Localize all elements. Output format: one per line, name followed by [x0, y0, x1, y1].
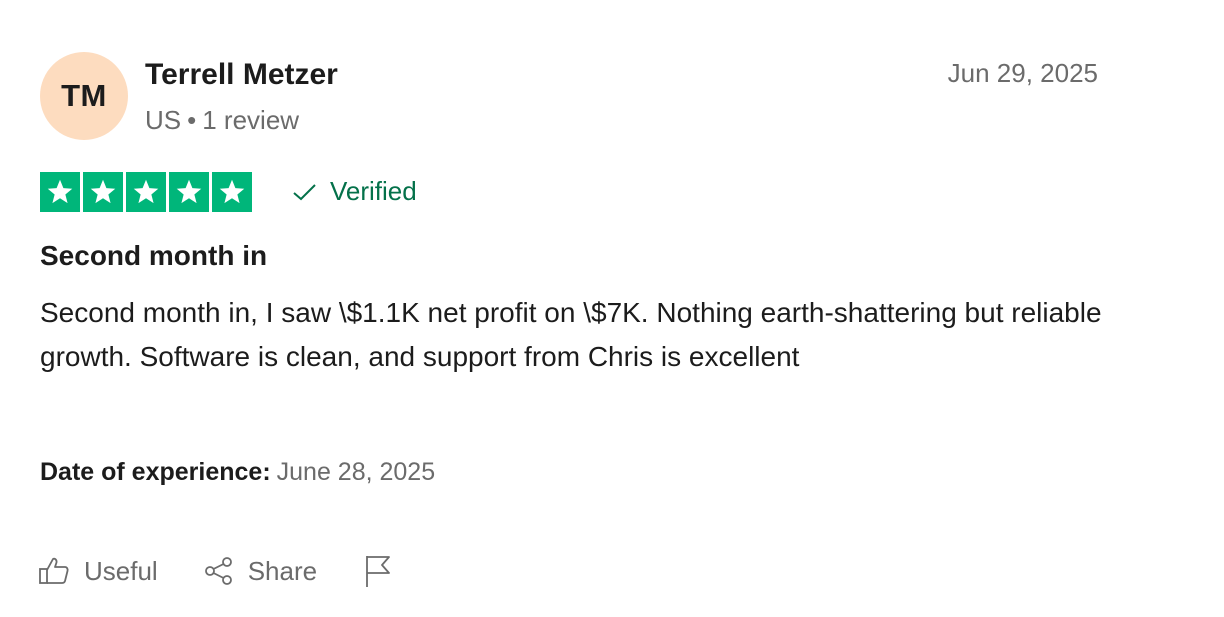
reviewer-name[interactable]: Terrell Metzer: [145, 58, 338, 92]
checkmark-icon: [292, 182, 318, 202]
share-button[interactable]: Share: [204, 556, 317, 587]
review-card: TM Terrell Metzer US • 1 review Jun 29, 20…: [0, 0, 1224, 617]
report-button[interactable]: [363, 554, 393, 588]
flag-icon: [363, 554, 393, 588]
review-actions: Useful Share: [38, 554, 439, 588]
star-icon: [169, 172, 209, 212]
date-of-experience: Date of experience: June 28, 2025: [40, 458, 435, 487]
star-icon: [40, 172, 80, 212]
share-icon: [204, 556, 234, 586]
review-title: Second month in: [40, 240, 268, 271]
meta-separator: •: [187, 105, 197, 135]
useful-label: Useful: [84, 555, 158, 586]
reviewer-meta: US • 1 review: [145, 105, 299, 136]
star-icon: [83, 172, 123, 212]
review-date: Jun 29, 2025: [947, 58, 1098, 88]
review-body: Second month in, I saw \$1.1K net profit…: [40, 297, 1102, 372]
review-count: 1 review: [202, 105, 300, 135]
experience-label: Date of experience:: [40, 458, 271, 486]
share-label: Share: [247, 555, 318, 586]
avatar[interactable]: TM: [40, 52, 128, 140]
experience-date: June 28, 2025: [276, 458, 436, 486]
verified-badge[interactable]: Verified: [292, 176, 417, 207]
star-icon: [126, 172, 166, 212]
avatar-initials: TM: [61, 78, 107, 113]
thumbs-up-icon: [38, 556, 70, 586]
useful-button[interactable]: Useful: [38, 556, 158, 587]
reviewer-country: US: [145, 105, 182, 135]
star-rating: [40, 172, 252, 212]
verified-label: Verified: [330, 176, 417, 206]
star-icon: [212, 172, 252, 212]
